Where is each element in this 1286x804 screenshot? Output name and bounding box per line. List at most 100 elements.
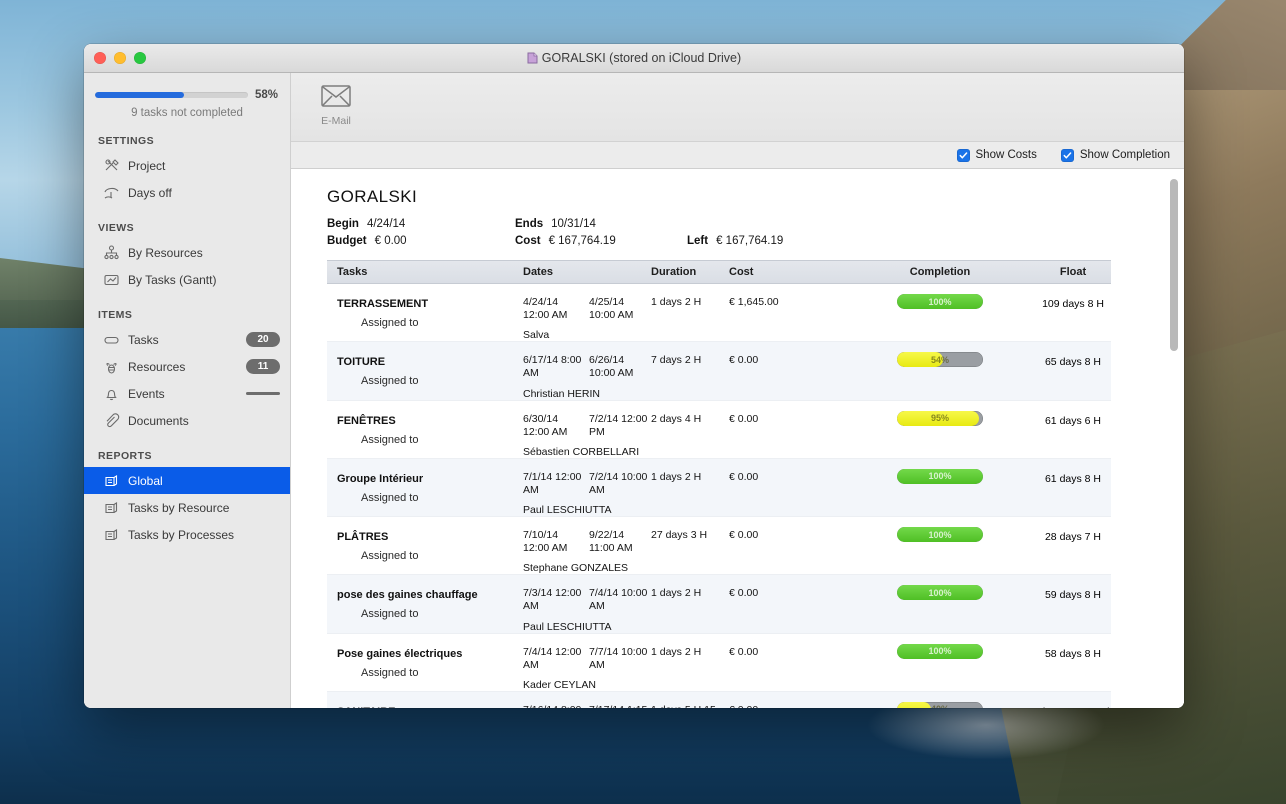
- cost-cell: € 0.00: [729, 342, 855, 399]
- completion-label: 100%: [897, 527, 983, 542]
- document-icon: [527, 46, 538, 74]
- sidebar-item-project[interactable]: Project: [84, 152, 290, 179]
- task-cell: SANITAIREAssigned to: [327, 692, 523, 708]
- sidebar-item-label: By Resources: [128, 246, 280, 260]
- sidebar-item-documents[interactable]: Documents: [84, 407, 290, 434]
- table-row[interactable]: pose des gaines chauffageAssigned to7/3/…: [327, 575, 1111, 633]
- completion-label: 95%: [897, 411, 983, 426]
- sidebar: 58% 9 tasks not completed SETTINGS Proje…: [84, 73, 291, 708]
- sidebar-group-views: VIEWS: [84, 206, 290, 239]
- ends-value: 10/31/14: [551, 218, 596, 230]
- tasks-not-completed-note: 9 tasks not completed: [84, 101, 290, 119]
- task-name: Pose gaines électriques: [337, 634, 523, 660]
- completion-cell: 100%: [855, 284, 1025, 341]
- completion-bar: 40%: [897, 702, 983, 708]
- app-window: GORALSKI (stored on iCloud Drive) 58% 9 …: [84, 44, 1184, 708]
- left-field: Left € 167,764.19: [687, 235, 783, 247]
- task-cell: Pose gaines électriquesAssigned to: [327, 634, 523, 691]
- global-report: GORALSKI Begin 4/24/14 Ends 10/31/14: [291, 169, 1184, 708]
- page-title: GORALSKI: [327, 187, 1160, 207]
- column-header-completion: Completion: [855, 266, 1025, 278]
- table-row[interactable]: Groupe IntérieurAssigned to7/1/14 12:00 …: [327, 459, 1111, 517]
- sidebar-item-by-tasks-gantt[interactable]: By Tasks (Gantt): [84, 266, 290, 293]
- completion-cell: 54%: [855, 342, 1025, 399]
- checkbox-icon: [1061, 149, 1074, 162]
- sidebar-item-days-off[interactable]: Days off: [84, 179, 290, 206]
- sidebar-item-tasks[interactable]: Tasks 20: [84, 326, 290, 353]
- dates-cell: 7/10/14 12:00 AM9/22/14 11:00 AMStephane…: [523, 517, 651, 574]
- end-date: 7/2/14 10:00 AM: [589, 471, 649, 497]
- budget-label: Budget: [327, 235, 367, 247]
- column-header-float: Float: [1025, 266, 1121, 278]
- assigned-to-label: Assigned to: [337, 427, 523, 446]
- budget-field: Budget € 0.00: [327, 235, 515, 247]
- paperclip-icon: [102, 412, 121, 429]
- start-date: 7/16/14 8:00 AM: [523, 704, 583, 708]
- sidebar-item-label: Project: [128, 159, 280, 173]
- org-chart-icon: [102, 244, 121, 261]
- cost-cell: € 0.00: [729, 517, 855, 574]
- completion-cell: 100%: [855, 517, 1025, 574]
- dates-cell: 6/30/14 12:00 AM7/2/14 12:00 PMSébastien…: [523, 401, 651, 458]
- completion-label: 100%: [897, 585, 983, 600]
- column-header-cost: Cost: [729, 266, 855, 278]
- duration-cell: 1 days 2 H: [651, 284, 729, 341]
- left-label: Left: [687, 235, 708, 247]
- completion-label: 54%: [897, 352, 983, 367]
- table-row[interactable]: SANITAIREAssigned to7/16/14 8:00 AM7/17/…: [327, 692, 1111, 708]
- duration-cell: 1 days 2 H: [651, 459, 729, 516]
- bell-icon: [102, 385, 121, 402]
- sidebar-item-label: Tasks by Processes: [128, 528, 280, 542]
- cost-cell: € 0.00: [729, 575, 855, 632]
- start-date: 7/10/14 12:00 AM: [523, 529, 583, 555]
- window-title-text: GORALSKI (stored on iCloud Drive): [542, 51, 741, 65]
- duration-cell: 1 days 2 H: [651, 575, 729, 632]
- sidebar-item-global[interactable]: Global: [84, 467, 290, 494]
- column-header-duration: Duration: [651, 266, 729, 278]
- sidebar-item-by-resources[interactable]: By Resources: [84, 239, 290, 266]
- begin-value: 4/24/14: [367, 218, 405, 230]
- end-date: 7/4/14 10:00 AM: [589, 587, 649, 613]
- cost-cell: € 0.00: [729, 634, 855, 691]
- sidebar-badge-resources: 11: [246, 359, 280, 374]
- sidebar-item-label: Global: [128, 474, 280, 488]
- show-costs-checkbox[interactable]: Show Costs: [957, 149, 1037, 162]
- task-cell: FENÊTRESAssigned to: [327, 401, 523, 458]
- task-name: Groupe Intérieur: [337, 459, 523, 485]
- sidebar-item-resources[interactable]: Resources 11: [84, 353, 290, 380]
- table-row[interactable]: Pose gaines électriquesAssigned to7/4/14…: [327, 634, 1111, 692]
- title-bar: GORALSKI (stored on iCloud Drive): [84, 44, 1184, 73]
- table-row[interactable]: FENÊTRESAssigned to6/30/14 12:00 AM7/2/1…: [327, 401, 1111, 459]
- email-button[interactable]: E-Mail: [305, 81, 367, 127]
- float-cell: 5 days 4 H 45 min: [1025, 692, 1121, 708]
- vertical-scrollbar[interactable]: [1170, 179, 1178, 351]
- cost-field: Cost € 167,764.19: [515, 235, 687, 247]
- end-date: 9/22/14 11:00 AM: [589, 529, 649, 555]
- task-name: PLÂTRES: [337, 517, 523, 543]
- table-row[interactable]: PLÂTRESAssigned to7/10/14 12:00 AM9/22/1…: [327, 517, 1111, 575]
- sidebar-item-tasks-by-processes[interactable]: Tasks by Processes: [84, 521, 290, 548]
- report-icon: [102, 499, 121, 516]
- sidebar-item-label: Documents: [128, 414, 280, 428]
- bee-icon: [102, 358, 121, 375]
- completion-label: 40%: [897, 702, 983, 708]
- table-row[interactable]: TOITUREAssigned to6/17/14 8:00 AM6/26/14…: [327, 342, 1111, 400]
- dates-cell: 7/16/14 8:00 AM7/17/14 1:15 PMPaul LESCH…: [523, 692, 651, 708]
- show-completion-label: Show Completion: [1080, 149, 1170, 161]
- cost-value: € 167,764.19: [549, 235, 616, 247]
- duration-cell: 1 days 5 H 15 min: [651, 692, 729, 708]
- sidebar-item-tasks-by-resource[interactable]: Tasks by Resource: [84, 494, 290, 521]
- envelope-icon: [305, 81, 367, 111]
- table-row[interactable]: TERRASSEMENTAssigned to4/24/14 12:00 AM4…: [327, 284, 1111, 342]
- completion-bar: 100%: [897, 585, 983, 600]
- completion-label: 100%: [897, 469, 983, 484]
- pill-icon: [102, 331, 121, 348]
- cost-cell: € 0.00: [729, 459, 855, 516]
- cost-cell: € 1,645.00: [729, 284, 855, 341]
- completion-label: 100%: [897, 644, 983, 659]
- sidebar-item-events[interactable]: Events: [84, 380, 290, 407]
- float-cell: 28 days 7 H: [1025, 517, 1121, 574]
- show-completion-checkbox[interactable]: Show Completion: [1061, 149, 1170, 162]
- sidebar-badge-events: [246, 392, 280, 395]
- completion-cell: 40%: [855, 692, 1025, 708]
